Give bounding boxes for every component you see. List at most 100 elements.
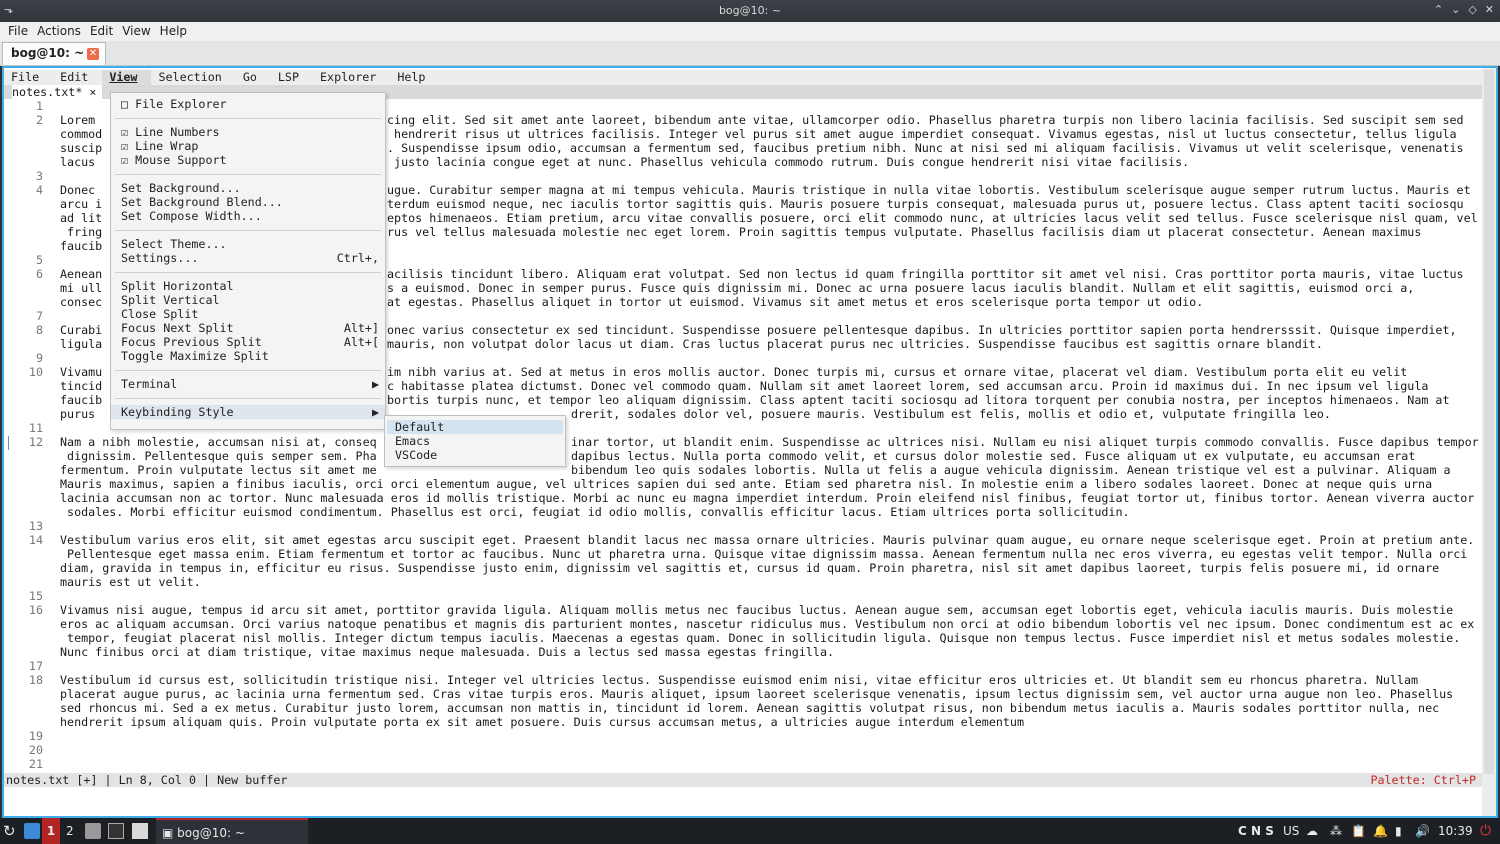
scrollbar-thumb[interactable] [1484, 70, 1494, 774]
view-menu-item[interactable]: Settings... Ctrl+, [111, 251, 385, 265]
text-line: Lorem [60, 113, 96, 127]
menu-item-label: Close Split [121, 307, 199, 321]
keep-above-icon[interactable]: ⌃ [1434, 3, 1443, 16]
keybinding-style-submenu: Default Emacs VSCode [384, 415, 566, 467]
editor-menu-go[interactable]: Go [236, 70, 271, 85]
tray-indicators[interactable]: C N S [1238, 818, 1274, 844]
text-line-fragment: justo lacinia congue eget at nunc. Phase… [387, 155, 1190, 169]
text-line-fragment: bortis turpis nunc, et tempor leo aliqua… [387, 393, 1450, 407]
editor-menu-lsp[interactable]: LSP [271, 70, 313, 85]
editor-menu-explorer[interactable]: Explorer [313, 70, 390, 85]
keyboard-layout[interactable]: US [1283, 818, 1299, 844]
text-line: mauris est ut velit. [60, 575, 201, 589]
power-icon[interactable]: ⏻ [1480, 818, 1491, 844]
palette-hint[interactable]: Palette: Ctrl+P [1370, 773, 1476, 787]
app-launcher-icon[interactable]: ↻ [3, 818, 16, 844]
text-line-fragment: hendrerit risus ut ultrices facilisis. I… [387, 127, 1457, 141]
line-number: 17 [28, 659, 43, 673]
editor-menu-edit[interactable]: Edit [53, 70, 102, 85]
text-line: eros ac aliquam accumsan. Orci varius na… [60, 617, 1475, 631]
konsole-menu-edit[interactable]: Edit [90, 22, 118, 41]
view-menu-item[interactable]: □ File Explorer [111, 97, 385, 111]
minimize-button[interactable]: ⌄ [1451, 3, 1460, 16]
konsole-menu-view[interactable]: View [122, 22, 155, 41]
text-line-fragment: inar tortor, ut blandit enim. Suspendiss… [571, 435, 1479, 449]
text-line-fragment: dapibus lectus. Nulla porta commodo veli… [571, 449, 1416, 463]
text-line: lacinia accumsan non ac tortor. Nunc mal… [60, 491, 1475, 505]
network-icon[interactable]: ☁ [1306, 818, 1318, 844]
notifications-icon[interactable]: 🔔 [1373, 818, 1388, 844]
line-number: 5 [35, 253, 43, 267]
maximize-button[interactable]: ◇ [1468, 3, 1476, 16]
view-menu-item[interactable]: Toggle Maximize Split [111, 349, 385, 363]
editor-statusbar: notes.txt [+] | Ln 8, Col 0 | New buffer… [4, 773, 1482, 787]
menu-item-shortcut: Ctrl+, [336, 251, 379, 265]
text-line: Aenean [60, 267, 103, 281]
menu-item-label: Focus Next Split [121, 321, 234, 335]
file-manager-icon[interactable] [85, 823, 101, 839]
konsole-tab[interactable]: bog@10: ~ ✕ [2, 42, 106, 65]
view-menu-item[interactable]: Set Background... [111, 181, 385, 195]
workspace-2[interactable]: 2 [66, 818, 74, 844]
line-number: 16 [28, 603, 43, 617]
text-editor-icon[interactable] [132, 823, 148, 839]
view-menu-item[interactable]: Keybinding Style ▶ [111, 405, 385, 419]
bluetooth-icon[interactable]: ⁂ [1330, 818, 1342, 844]
window-titlebar[interactable]: ⬎ bog@10: ~ ⌃ ⌄ ◇ ✕ [0, 0, 1500, 22]
menu-item-label: Focus Previous Split [121, 335, 262, 349]
clipboard-icon[interactable]: 📋 [1351, 818, 1366, 844]
view-menu-item[interactable]: ☑ Line Numbers [111, 125, 385, 139]
editor-menu-file[interactable]: File [4, 70, 53, 85]
menu-item-label: Set Background Blend... [121, 195, 283, 209]
text-line: Curabi [60, 323, 103, 337]
editor-menu-help[interactable]: Help [390, 70, 439, 85]
text-line-fragment: s a euismod. Donec in semper purus. Fusc… [387, 281, 1415, 295]
clock[interactable]: 10:39 [1438, 818, 1473, 844]
text-line-fragment: mauris, non volutpat dolor lacus ut diam… [387, 337, 1323, 351]
editor-tab[interactable]: notes.txt* × [12, 85, 103, 99]
terminal-icon[interactable] [108, 823, 124, 839]
close-button[interactable]: ✕ [1485, 3, 1494, 16]
text-line: ligula [60, 337, 103, 351]
view-menu-item[interactable]: Focus Next Split Alt+] [111, 321, 385, 335]
desktop-icon[interactable] [24, 823, 40, 839]
workspace-1[interactable]: 1 [42, 818, 60, 844]
line-number: 3 [35, 169, 43, 183]
view-menu-item[interactable]: Split Vertical [111, 293, 385, 307]
taskbar-task-konsole[interactable]: ▣ bog@10: ~ [156, 818, 308, 844]
view-menu-item[interactable]: Set Compose Width... [111, 209, 385, 223]
volume-icon[interactable]: 🔊 [1415, 818, 1430, 844]
text-line: diam, gravida in tempus in, efficitur eu… [60, 561, 1440, 575]
view-menu-item[interactable]: Focus Previous Split Alt+[ [111, 335, 385, 349]
view-menu-item[interactable]: ☑ Mouse Support [111, 153, 385, 167]
menu-item-label: Settings... [121, 251, 199, 265]
terminal-scrollbar[interactable] [1482, 68, 1496, 816]
menu-item-label: ☑ Line Numbers [121, 125, 220, 139]
view-menu-item[interactable]: Select Theme... [111, 237, 385, 251]
view-menu-item[interactable]: ☑ Line Wrap [111, 139, 385, 153]
text-line-fragment: im nibh varius at. Sed at metus in eros … [387, 365, 1408, 379]
view-menu-item[interactable]: Split Horizontal [111, 279, 385, 293]
line-number: 19 [28, 729, 43, 743]
konsole-menu-help[interactable]: Help [160, 22, 192, 41]
keybinding-option[interactable]: Emacs [387, 434, 563, 448]
status-left: notes.txt [+] | Ln 8, Col 0 | New buffer [6, 773, 288, 787]
text-line-fragment: onec varius consectetur ex sed tincidunt… [387, 323, 1457, 337]
text-line: consec [60, 295, 103, 309]
view-menu-item[interactable]: Set Background Blend... [111, 195, 385, 209]
editor-menu-selection[interactable]: Selection [151, 70, 235, 85]
konsole-menu-file[interactable]: File [8, 22, 33, 41]
konsole-tabbar: bog@10: ~ ✕ [0, 41, 1500, 66]
keybinding-option[interactable]: Default [387, 420, 563, 434]
tab-close-icon[interactable]: ✕ [87, 48, 99, 60]
menu-item-label: Select Theme... [121, 237, 227, 251]
terminal-view[interactable]: File Edit View Selection Go LSP Explorer… [2, 66, 1498, 818]
view-menu-item[interactable]: Close Split [111, 307, 385, 321]
view-menu-item[interactable]: Terminal ▶ [111, 377, 385, 391]
keybinding-option[interactable]: VSCode [387, 448, 563, 462]
text-line: Vestibulum id cursus est, sollicitudin t… [60, 673, 1419, 687]
editor-menu-view[interactable]: View [102, 70, 152, 85]
konsole-menu-actions[interactable]: Actions [37, 22, 86, 41]
text-line-fragment: c habitasse platea dictumst. Donec vel c… [387, 379, 1429, 393]
battery-icon[interactable]: ▮ [1395, 818, 1402, 844]
